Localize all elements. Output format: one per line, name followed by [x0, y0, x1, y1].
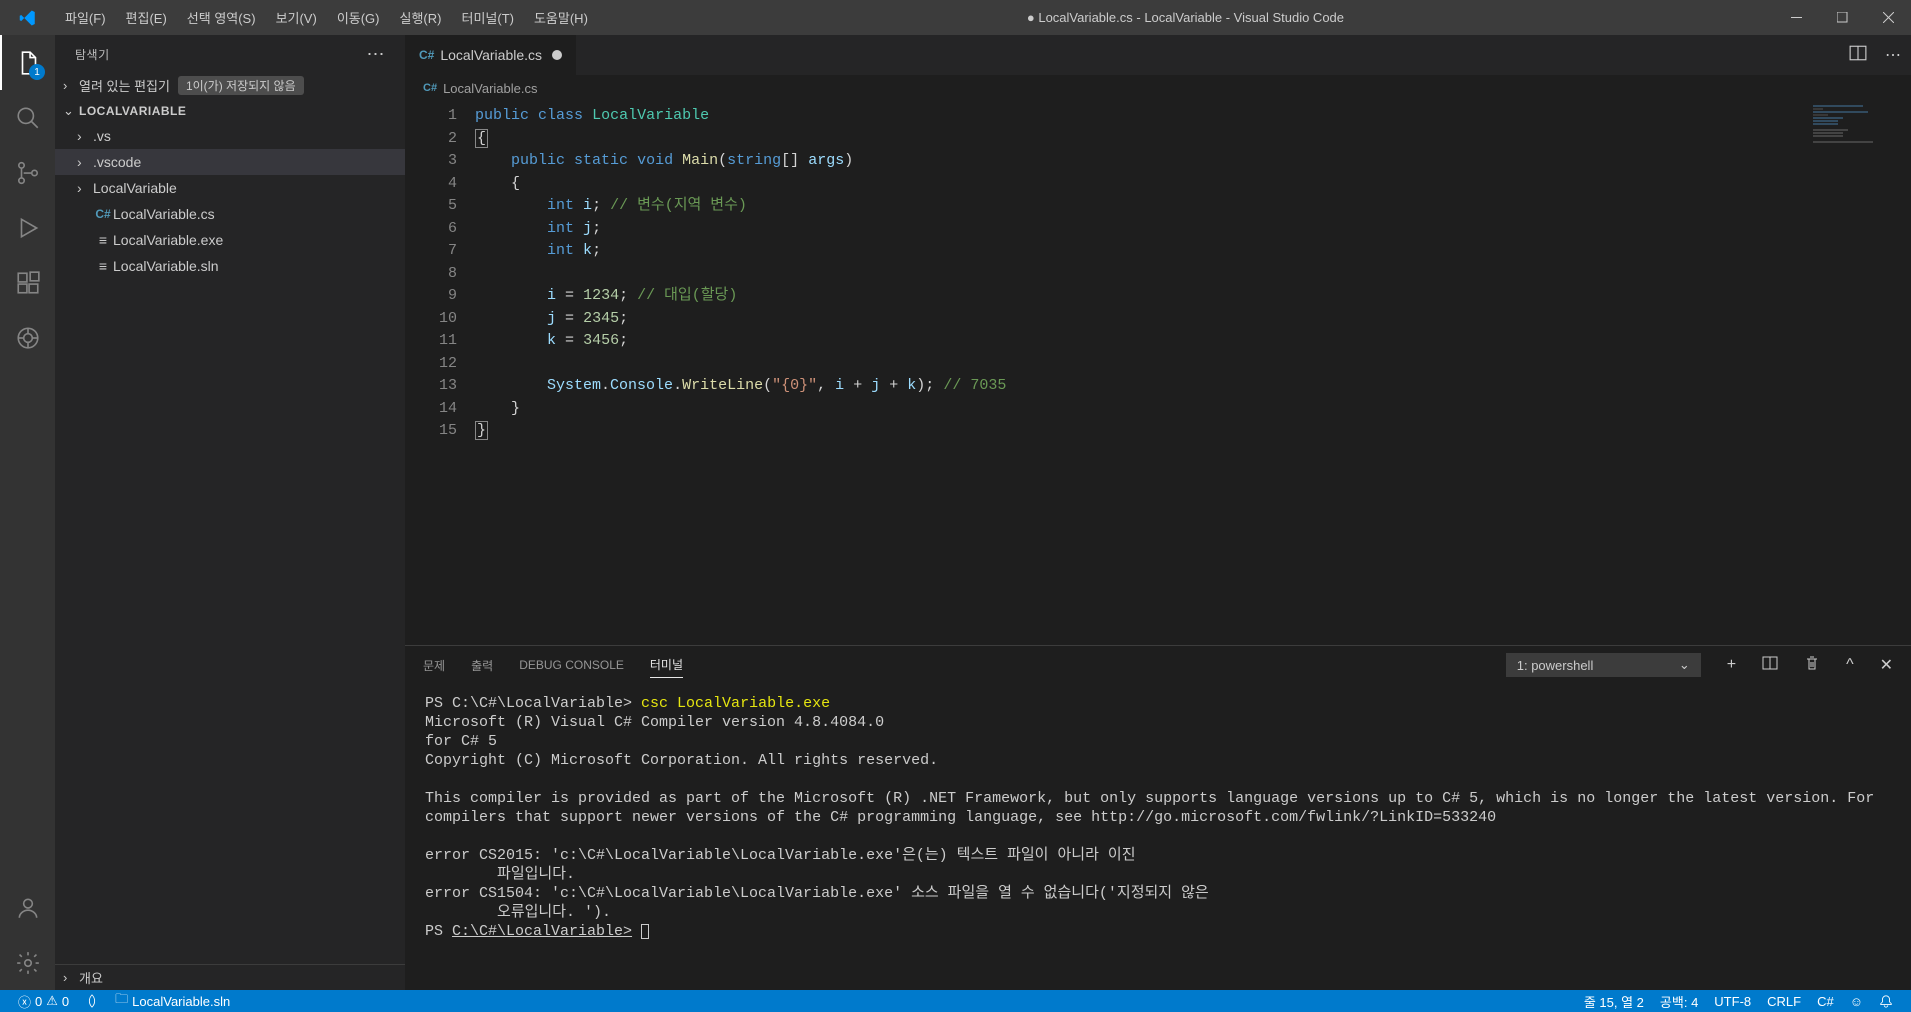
project-section[interactable]: ⌄ LOCALVARIABLE: [55, 98, 405, 123]
kill-terminal-icon[interactable]: [1804, 655, 1820, 676]
csharp-file-icon: C#: [419, 48, 434, 62]
status-notifications-icon[interactable]: [1871, 994, 1901, 1008]
status-bar: ⓧ0⚠0 🗀LocalVariable.sln 줄 15, 열 2 공백: 4 …: [0, 990, 1911, 1012]
tree-folder-vscode[interactable]: ›.vscode: [55, 149, 405, 175]
panel-tab-terminal[interactable]: 터미널: [650, 652, 683, 678]
code-content[interactable]: public class LocalVariable { public stat…: [475, 101, 1911, 645]
maximize-panel-icon[interactable]: ^: [1846, 656, 1854, 674]
explorer-icon[interactable]: 1: [0, 35, 55, 90]
file-icon: ≡: [93, 232, 113, 248]
minimap[interactable]: [1813, 105, 1893, 145]
warning-icon: ⚠: [46, 993, 58, 1009]
status-solution[interactable]: 🗀LocalVariable.sln: [107, 990, 238, 1012]
tree-file-cs[interactable]: C#LocalVariable.cs: [55, 201, 405, 227]
menu-file[interactable]: 파일(F): [55, 8, 116, 27]
close-button[interactable]: [1865, 0, 1911, 35]
code-editor[interactable]: 123456789101112131415 public class Local…: [405, 101, 1911, 645]
open-editors-label: 열려 있는 편집기: [79, 76, 170, 95]
tree-file-exe[interactable]: ≡LocalVariable.exe: [55, 227, 405, 253]
source-control-icon[interactable]: [0, 145, 55, 200]
sidebar-more-icon[interactable]: ⋯: [367, 44, 386, 65]
menu-help[interactable]: 도움말(H): [524, 8, 598, 27]
status-feedback-icon[interactable]: ☺: [1842, 994, 1871, 1009]
status-line-col[interactable]: 줄 15, 열 2: [1576, 992, 1652, 1011]
folder-icon: 🗀: [115, 990, 128, 1012]
panel-tab-problems[interactable]: 문제: [423, 653, 445, 678]
menu-view[interactable]: 보기(V): [266, 8, 327, 27]
panel-tab-debug-console[interactable]: DEBUG CONSOLE: [519, 654, 624, 676]
activity-bar: 1: [0, 35, 55, 990]
csharp-file-icon: C#: [93, 207, 113, 221]
split-terminal-icon[interactable]: [1762, 655, 1778, 676]
new-terminal-icon[interactable]: +: [1727, 656, 1736, 674]
outline-section[interactable]: › 개요: [55, 964, 405, 990]
tab-label: LocalVariable.cs: [440, 47, 542, 63]
maximize-button[interactable]: [1819, 0, 1865, 35]
status-language[interactable]: C#: [1809, 994, 1842, 1009]
tree-folder-localvariable[interactable]: ›LocalVariable: [55, 175, 405, 201]
explorer-badge: 1: [29, 64, 45, 80]
panel: 문제 출력 DEBUG CONSOLE 터미널 1: powershell⌄ +…: [405, 645, 1911, 990]
tree-folder-vs[interactable]: ›.vs: [55, 123, 405, 149]
menu-edit[interactable]: 편집(E): [116, 8, 177, 27]
search-icon[interactable]: [0, 90, 55, 145]
status-ports-icon[interactable]: [77, 994, 107, 1008]
accounts-icon[interactable]: [0, 880, 55, 935]
chevron-down-icon: ⌄: [1679, 657, 1690, 673]
terminal-selector[interactable]: 1: powershell⌄: [1506, 653, 1701, 677]
project-label: LOCALVARIABLE: [79, 104, 186, 118]
sidebar-title: 탐색기: [75, 46, 110, 63]
close-panel-icon[interactable]: ✕: [1880, 655, 1893, 675]
modified-indicator-icon: [552, 50, 562, 60]
panel-tabs: 문제 출력 DEBUG CONSOLE 터미널 1: powershell⌄ +…: [405, 646, 1911, 684]
file-icon: ≡: [93, 258, 113, 274]
csharp-file-icon: C#: [423, 82, 437, 94]
menu-run[interactable]: 실행(R): [390, 8, 452, 27]
menu-selection[interactable]: 선택 영역(S): [177, 8, 266, 27]
status-eol[interactable]: CRLF: [1759, 994, 1809, 1009]
error-icon: ⓧ: [18, 992, 31, 1011]
menu-terminal[interactable]: 터미널(T): [451, 8, 523, 27]
test-icon[interactable]: [0, 310, 55, 365]
extensions-icon[interactable]: [0, 255, 55, 310]
status-indent[interactable]: 공백: 4: [1652, 992, 1706, 1011]
sidebar: 탐색기 ⋯ › 열려 있는 편집기 1이(가) 저장되지 않음 ⌄ LOCALV…: [55, 35, 405, 990]
tab-bar: C# LocalVariable.cs ⋯: [405, 35, 1911, 75]
window-title: ● LocalVariable.cs - LocalVariable - Vis…: [598, 10, 1773, 25]
title-bar: 파일(F) 편집(E) 선택 영역(S) 보기(V) 이동(G) 실행(R) 터…: [0, 0, 1911, 35]
split-editor-icon[interactable]: [1849, 44, 1867, 67]
line-numbers: 123456789101112131415: [405, 101, 475, 645]
settings-icon[interactable]: [0, 935, 55, 990]
status-encoding[interactable]: UTF-8: [1706, 994, 1759, 1009]
open-editors-section[interactable]: › 열려 있는 편집기 1이(가) 저장되지 않음: [55, 73, 405, 98]
tree-file-sln[interactable]: ≡LocalVariable.sln: [55, 253, 405, 279]
editor-more-icon[interactable]: ⋯: [1885, 45, 1901, 65]
panel-tab-output[interactable]: 출력: [471, 653, 493, 678]
run-debug-icon[interactable]: [0, 200, 55, 255]
vscode-logo-icon: [0, 9, 55, 27]
tab-localvariable-cs[interactable]: C# LocalVariable.cs: [405, 35, 577, 75]
menu-go[interactable]: 이동(G): [327, 8, 390, 27]
breadcrumb[interactable]: C# LocalVariable.cs: [405, 75, 1911, 101]
editor-area: C# LocalVariable.cs ⋯ C# LocalVariable.c…: [405, 35, 1911, 990]
status-errors[interactable]: ⓧ0⚠0: [10, 992, 77, 1011]
unsaved-badge: 1이(가) 저장되지 않음: [178, 76, 304, 95]
menu-bar: 파일(F) 편집(E) 선택 영역(S) 보기(V) 이동(G) 실행(R) 터…: [55, 8, 598, 27]
minimize-button[interactable]: [1773, 0, 1819, 35]
terminal-output[interactable]: PS C:\C#\LocalVariable> csc LocalVariabl…: [405, 684, 1911, 990]
